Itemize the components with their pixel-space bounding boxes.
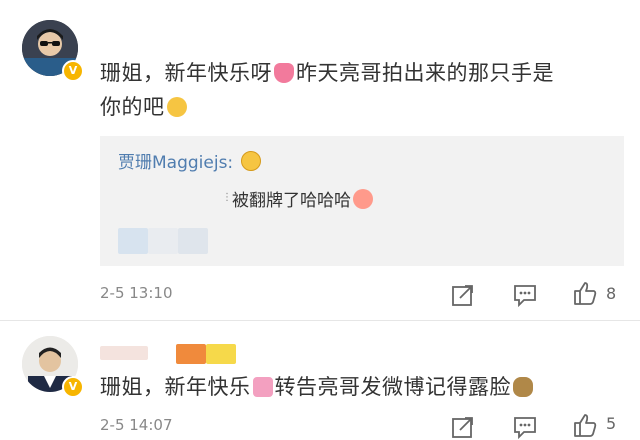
reply-text: 被翻牌了哈哈哈 <box>232 186 375 211</box>
reply-author-name[interactable]: 贾珊Maggiejs: <box>118 153 233 173</box>
blurred-username <box>206 344 236 364</box>
comment-text-part: 你的吧 <box>100 95 165 119</box>
reply-text-content: 被翻牌了哈哈哈 <box>232 191 351 211</box>
like-count: 8 <box>606 284 617 303</box>
blurred-content <box>118 228 148 254</box>
comment-text-part: 珊姐，新年快乐呀 <box>100 61 272 85</box>
share-icon[interactable] <box>450 414 476 440</box>
comment-text-part: 昨天亮哥拍出来的那只手是 <box>296 61 554 85</box>
blurred-username <box>176 344 206 364</box>
comment-text: 珊姐，新年快乐呀 昨天亮哥拍出来的那只手是 你的吧 <box>100 56 620 124</box>
like-count: 5 <box>606 414 617 433</box>
grin-emoji-icon <box>240 151 261 171</box>
blurred-username <box>100 346 148 360</box>
reply-author[interactable]: 贾珊Maggiejs: <box>118 148 263 173</box>
comment-text: 珊姐，新年快乐 转告亮哥发微博记得露脸 <box>100 370 620 404</box>
heart-emoji-icon <box>274 63 294 83</box>
thinking-emoji-icon <box>166 97 187 117</box>
reply-marker: ⋮ <box>222 192 232 203</box>
timestamp: 2-5 13:10 <box>100 284 173 302</box>
thumbs-up-icon[interactable] <box>572 412 598 438</box>
comment-icon[interactable] <box>512 282 538 308</box>
reply-box[interactable]: 贾珊Maggiejs: ⋮ 被翻牌了哈哈哈 <box>100 136 624 266</box>
blurred-content <box>148 228 178 254</box>
blurred-content <box>178 228 208 254</box>
verified-badge-icon: V <box>62 376 84 398</box>
comment-text-part: 转告亮哥发微博记得露脸 <box>274 375 511 399</box>
timestamp: 2-5 14:07 <box>100 416 173 434</box>
comment-text-part: 珊姐，新年快乐 <box>100 375 251 399</box>
thumbs-up-icon[interactable] <box>572 280 598 306</box>
divider <box>0 320 640 321</box>
comment-icon[interactable] <box>512 414 538 440</box>
gift-emoji-icon <box>252 377 273 397</box>
dog-emoji-icon <box>513 377 533 397</box>
verified-badge-icon: V <box>62 60 84 82</box>
share-icon[interactable] <box>450 282 476 308</box>
pig-emoji-icon <box>353 189 373 209</box>
